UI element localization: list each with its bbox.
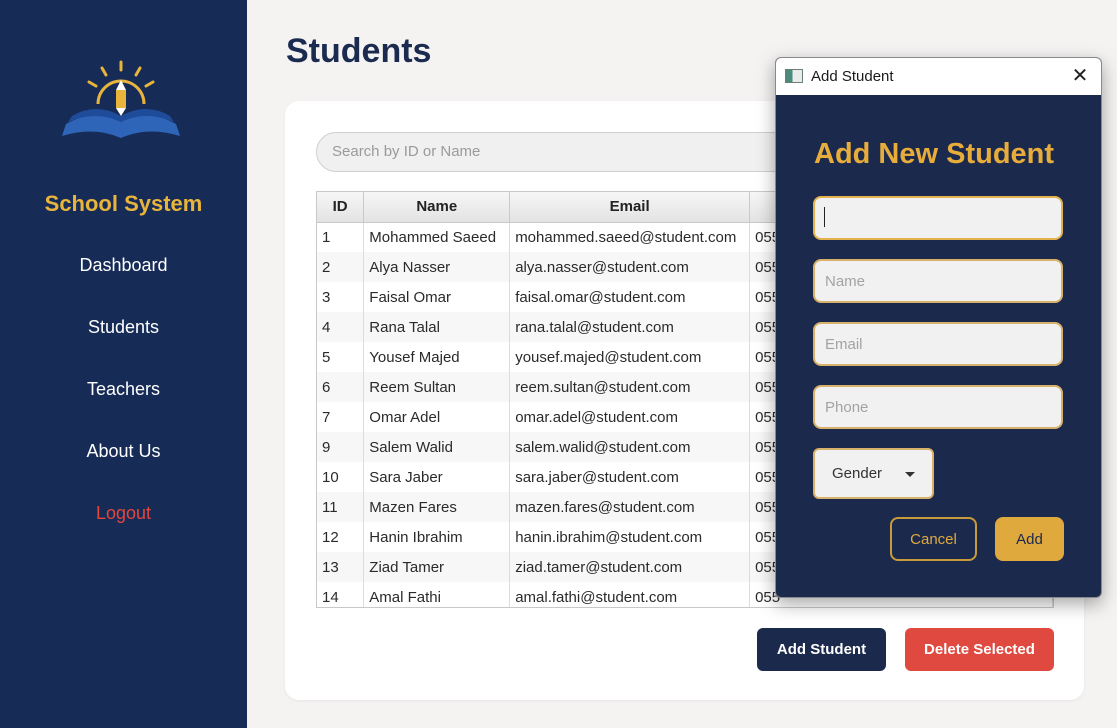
cell-email: salem.walid@student.com xyxy=(509,432,751,462)
cell-name: Omar Adel xyxy=(363,402,511,432)
sidebar-item-teachers[interactable]: Teachers xyxy=(0,379,247,400)
page-title: Students xyxy=(286,32,432,70)
cell-email: sara.jaber@student.com xyxy=(509,462,751,492)
cell-name: Reem Sultan xyxy=(363,372,511,402)
cell-email: omar.adel@student.com xyxy=(509,402,751,432)
column-header-id[interactable]: ID xyxy=(317,192,365,223)
cell-email: alya.nasser@student.com xyxy=(509,252,751,282)
cell-email: mohammed.saeed@student.com xyxy=(509,222,751,252)
cell-id: 10 xyxy=(317,462,365,492)
cell-id: 6 xyxy=(317,372,365,402)
search-input[interactable]: Search by ID or Name xyxy=(316,132,816,172)
school-logo-icon xyxy=(58,58,186,144)
cell-name: Amal Fathi xyxy=(363,582,511,607)
text-caret xyxy=(824,207,825,227)
cell-email: faisal.omar@student.com xyxy=(509,282,751,312)
cell-name: Hanin Ibrahim xyxy=(363,522,511,552)
cell-id: 2 xyxy=(317,252,365,282)
cell-id: 3 xyxy=(317,282,365,312)
delete-selected-button[interactable]: Delete Selected xyxy=(905,628,1054,671)
cell-name: Salem Walid xyxy=(363,432,511,462)
brand-title: School System xyxy=(44,191,203,216)
phone-field[interactable] xyxy=(813,385,1063,429)
dialog-titlebar[interactable]: Add Student ✕ xyxy=(776,58,1101,95)
cell-email: yousef.majed@student.com xyxy=(509,342,751,372)
cell-name: Rana Talal xyxy=(363,312,511,342)
gender-select[interactable]: Gender xyxy=(813,448,934,499)
cell-id: 9 xyxy=(317,432,365,462)
dialog-window-title: Add Student xyxy=(811,68,894,85)
sidebar-item-logout[interactable]: Logout xyxy=(0,503,247,524)
cell-id: 13 xyxy=(317,552,365,582)
column-header-email[interactable]: Email xyxy=(509,192,751,223)
sidebar-item-students[interactable]: Students xyxy=(0,317,247,338)
cell-id: 14 xyxy=(317,582,365,607)
cell-email: reem.sultan@student.com xyxy=(509,372,751,402)
gender-select-label: Gender xyxy=(832,465,883,482)
name-field[interactable] xyxy=(813,259,1063,303)
cell-email: hanin.ibrahim@student.com xyxy=(509,522,751,552)
sidebar-item-about-us[interactable]: About Us xyxy=(0,441,247,462)
cell-name: Ziad Tamer xyxy=(363,552,511,582)
cell-name: Mohammed Saeed xyxy=(363,222,511,252)
window-app-icon xyxy=(785,69,803,83)
add-button[interactable]: Add xyxy=(995,517,1064,561)
cell-id: 1 xyxy=(317,222,365,252)
cell-name: Faisal Omar xyxy=(363,282,511,312)
cell-name: Yousef Majed xyxy=(363,342,511,372)
sidebar-item-dashboard[interactable]: Dashboard xyxy=(0,255,247,276)
cell-email: amal.fathi@student.com xyxy=(509,582,751,607)
cell-id: 12 xyxy=(317,522,365,552)
cell-id: 11 xyxy=(317,492,365,522)
sidebar: School System Dashboard Students Teacher… xyxy=(0,0,247,728)
cell-name: Alya Nasser xyxy=(363,252,511,282)
cell-email: rana.talal@student.com xyxy=(509,312,751,342)
add-student-dialog: Add Student ✕ Add New Student Gender Can… xyxy=(775,57,1102,598)
add-student-button[interactable]: Add Student xyxy=(757,628,886,671)
cancel-button[interactable]: Cancel xyxy=(890,517,977,561)
cell-id: 7 xyxy=(317,402,365,432)
id-field[interactable] xyxy=(813,196,1063,240)
dialog-heading: Add New Student xyxy=(814,138,1055,170)
cell-email: ziad.tamer@student.com xyxy=(509,552,751,582)
email-field[interactable] xyxy=(813,322,1063,366)
cell-name: Sara Jaber xyxy=(363,462,511,492)
column-header-name[interactable]: Name xyxy=(363,192,511,223)
cell-id: 5 xyxy=(317,342,365,372)
close-icon[interactable]: ✕ xyxy=(1069,66,1091,88)
dropdown-arrow-icon xyxy=(905,472,915,477)
cell-email: mazen.fares@student.com xyxy=(509,492,751,522)
cell-id: 4 xyxy=(317,312,365,342)
cell-name: Mazen Fares xyxy=(363,492,511,522)
